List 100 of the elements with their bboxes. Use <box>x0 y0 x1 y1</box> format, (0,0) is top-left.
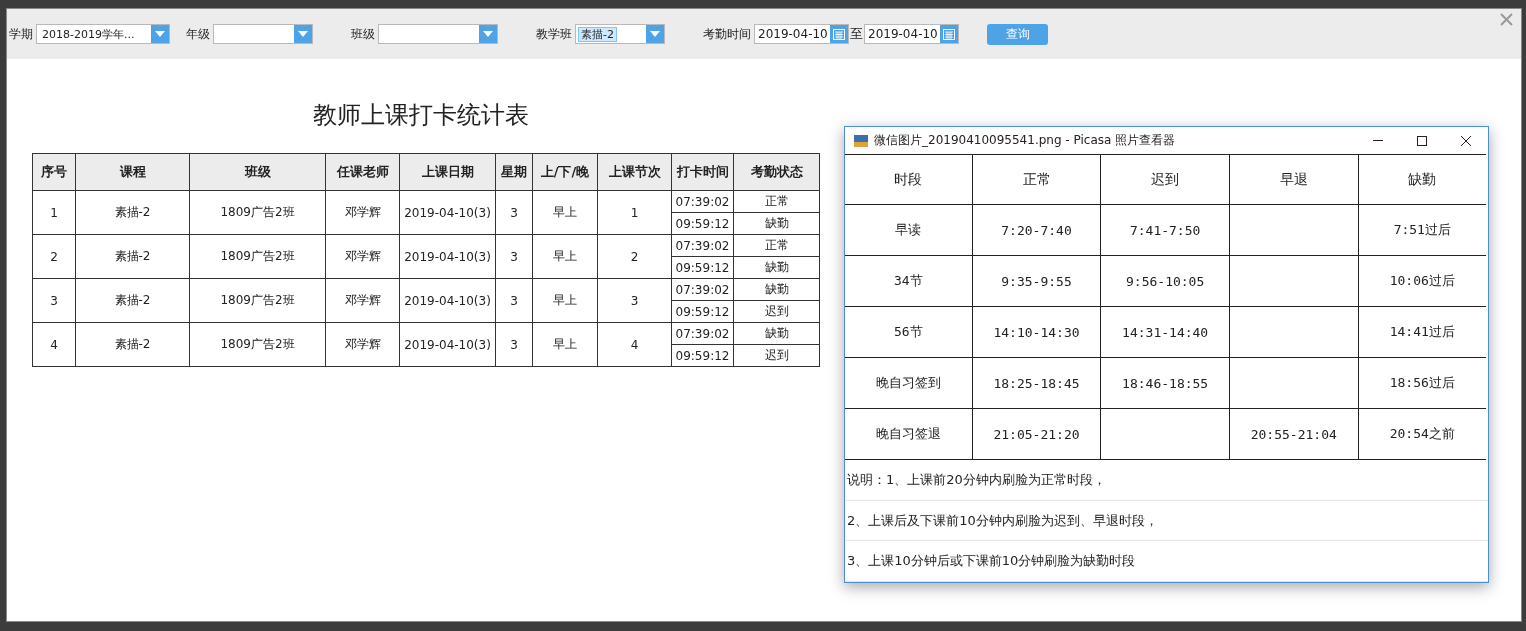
column-header: 打卡时间 <box>671 153 734 191</box>
table-cell: 缺勤 <box>733 212 820 235</box>
table-cell: 2019-04-10(3) <box>399 190 496 235</box>
table-cell: 素描-2 <box>75 278 190 323</box>
table-cell: 素描-2 <box>75 322 190 367</box>
table-cell: 2019-04-10(3) <box>399 234 496 279</box>
dropdown[interactable] <box>378 24 498 44</box>
table-cell: 2019-04-10(3) <box>399 322 496 367</box>
table-cell: 3 <box>495 322 533 367</box>
table-cell: 07:39:02 <box>671 190 734 213</box>
table-cell: 正常 <box>733 234 820 257</box>
table-cell: 晚自习签到 <box>845 357 973 409</box>
table-cell: 2019-04-10(3) <box>399 278 496 323</box>
table-cell: 7:41-7:50 <box>1100 204 1230 256</box>
calendar-icon <box>833 28 845 40</box>
table-cell: 14:31-14:40 <box>1100 306 1230 358</box>
table-cell: 1809广告2班 <box>189 190 326 235</box>
table-cell: 07:39:02 <box>671 278 734 301</box>
column-header: 星期 <box>495 153 533 191</box>
dropdown[interactable]: 素描-2 <box>575 24 665 44</box>
table-cell: 3 <box>597 278 672 323</box>
column-header: 上课日期 <box>399 153 496 191</box>
filter-label: 年级 <box>186 25 210 43</box>
date-field[interactable]: 2019-04-10 <box>754 24 849 44</box>
table-cell: 早上 <box>532 234 598 279</box>
table-cell: 缺勤 <box>733 256 820 279</box>
column-header: 缺勤 <box>1358 154 1486 205</box>
note-text: 说明：1、上课前20分钟内刷脸为正常时段， <box>845 460 1488 501</box>
close-icon[interactable] <box>1461 135 1471 146</box>
table-cell: 1809广告2班 <box>189 278 326 323</box>
table-cell: 素描-2 <box>75 190 190 235</box>
filter-label: 班级 <box>351 25 375 43</box>
table-cell: 邓学辉 <box>325 190 400 235</box>
table-cell: 晚自习签退 <box>845 408 973 460</box>
table-cell: 07:39:02 <box>671 322 734 345</box>
table-cell: 迟到 <box>733 344 820 367</box>
table-cell: 09:59:12 <box>671 300 734 323</box>
filter-label: 学期 <box>9 25 33 43</box>
column-header: 上/下/晚 <box>532 153 598 191</box>
calendar-icon <box>943 28 955 40</box>
table-cell: 缺勤 <box>733 278 820 301</box>
maximize-icon[interactable] <box>1417 135 1427 146</box>
table-cell: 1 <box>597 190 672 235</box>
table-cell: 3 <box>495 190 533 235</box>
table-cell: 7:20-7:40 <box>972 204 1101 256</box>
column-header: 课程 <box>75 153 190 191</box>
table-cell: 早读 <box>845 204 973 256</box>
table-cell: 9:35-9:55 <box>972 255 1101 307</box>
separator-text: 至 <box>850 25 863 43</box>
column-header: 时段 <box>845 154 973 205</box>
column-header: 正常 <box>972 154 1101 205</box>
table-cell: 21:05-21:20 <box>972 408 1101 460</box>
column-header: 上课节次 <box>597 153 672 191</box>
column-header: 早退 <box>1229 154 1359 205</box>
table-cell: 09:59:12 <box>671 212 734 235</box>
table-cell: 09:59:12 <box>671 256 734 279</box>
dropdown[interactable]: 2018-2019学年... <box>36 24 170 44</box>
caret-icon <box>483 31 493 37</box>
table-cell: 14:10-14:30 <box>972 306 1101 358</box>
table-cell: 2 <box>597 234 672 279</box>
dropdown[interactable] <box>213 24 313 44</box>
caret-icon <box>650 31 660 37</box>
table-cell: 缺勤 <box>733 322 820 345</box>
table-cell: 3 <box>495 234 533 279</box>
table-cell: 早上 <box>532 322 598 367</box>
table-cell: 邓学辉 <box>325 234 400 279</box>
table-cell: 18:25-18:45 <box>972 357 1101 409</box>
filter-label: 教学班 <box>536 25 572 43</box>
table-cell: 18:46-18:55 <box>1100 357 1230 409</box>
table-cell: 20:55-21:04 <box>1229 408 1359 460</box>
table-cell: 1809广告2班 <box>189 322 326 367</box>
table-cell: 早上 <box>532 190 598 235</box>
table-cell: 56节 <box>845 306 973 358</box>
table-cell: 1809广告2班 <box>189 234 326 279</box>
table-cell: 3 <box>32 278 76 323</box>
note-text: 2、上课后及下课前10分钟内刷脸为迟到、早退时段， <box>845 500 1488 542</box>
column-header: 班级 <box>189 153 326 191</box>
table-cell: 07:39:02 <box>671 234 734 257</box>
table-cell: 34节 <box>845 255 973 307</box>
caret-icon <box>155 31 165 37</box>
report-title: 教师上课打卡统计表 <box>311 100 530 131</box>
table-cell: 早上 <box>532 278 598 323</box>
column-header: 任课老师 <box>325 153 400 191</box>
date-field[interactable]: 2019-04-10 <box>864 24 959 44</box>
table-cell: 正常 <box>733 190 820 213</box>
column-header: 迟到 <box>1100 154 1230 205</box>
table-cell: 邓学辉 <box>325 278 400 323</box>
column-header: 序号 <box>32 153 76 191</box>
filter-label: 考勤时间 <box>703 25 751 43</box>
table-cell: 邓学辉 <box>325 322 400 367</box>
note-text: 3、上课10分钟后或下课前10分钟刷脸为缺勤时段 <box>845 541 1488 582</box>
table-cell: 素描-2 <box>75 234 190 279</box>
table-cell: 1 <box>32 190 76 235</box>
table-cell: 4 <box>597 322 672 367</box>
table-cell: 2 <box>32 234 76 279</box>
column-header: 考勤状态 <box>733 153 820 191</box>
table-cell: 3 <box>495 278 533 323</box>
app-icon <box>854 134 868 147</box>
caret-icon <box>298 31 308 37</box>
table-cell: 09:59:12 <box>671 344 734 367</box>
